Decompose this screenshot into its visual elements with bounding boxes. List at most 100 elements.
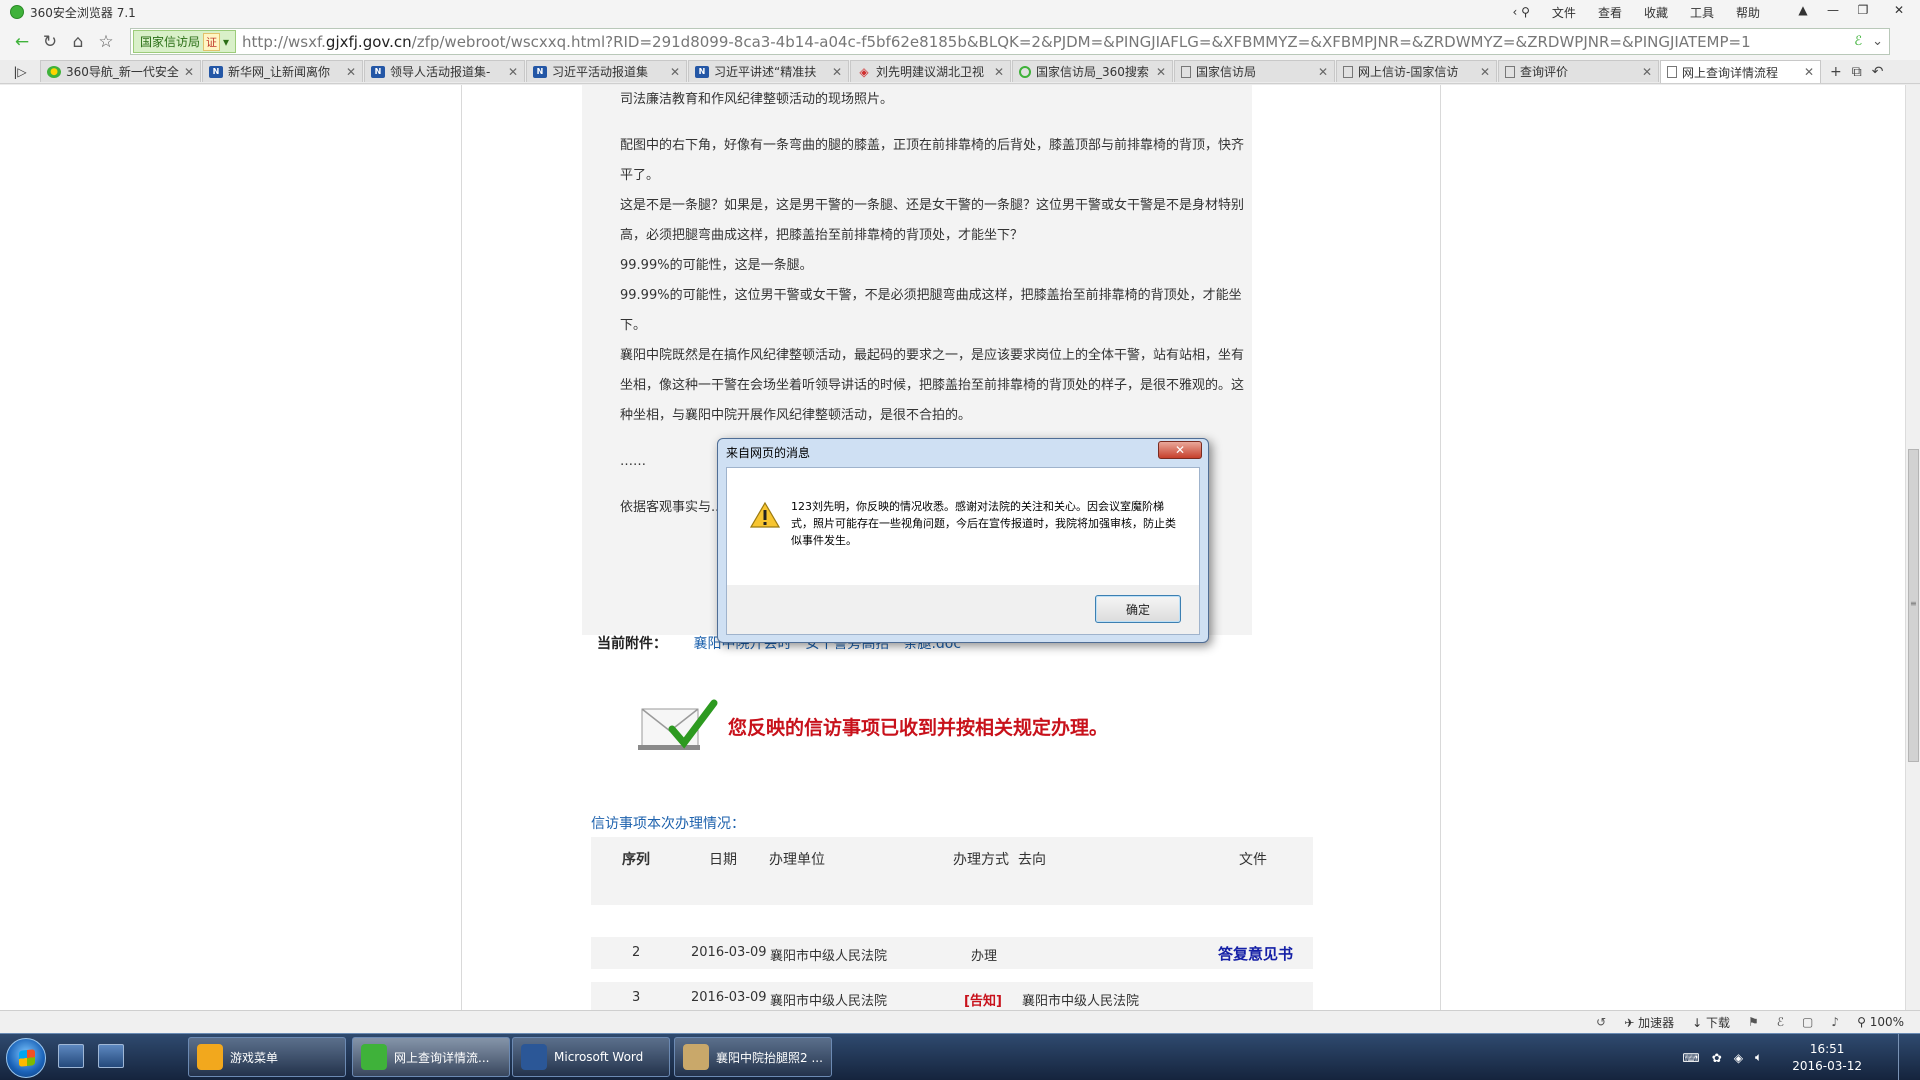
- browser-tab[interactable]: 国家信访局_360搜索 ✕: [1012, 60, 1173, 82]
- undo-close-icon[interactable]: ↶: [1872, 64, 1884, 80]
- article-paragraph: 襄阳中院既然是在搞作风纪律整顿活动，最起码的要求之一，是应该要求岗位上的全体干警…: [620, 348, 1245, 423]
- row-unit: 襄阳市中级人民法院: [770, 949, 888, 964]
- taskbar-button[interactable]: 游戏菜单: [188, 1037, 346, 1077]
- taskbar-button[interactable]: 襄阳中院抬腿照2 ...: [674, 1037, 832, 1077]
- user-icon[interactable]: ‹ ⚲: [1513, 5, 1530, 19]
- article-paragraph: 这是不是一条腿？如果是，这是男干警的一条腿、还是女干警的一条腿？这位男干警或女干…: [620, 198, 1245, 243]
- address-bar[interactable]: 国家信访局 证 ▾ http://wsxf.gjxfj.gov.cn/zfp/w…: [130, 28, 1890, 55]
- url-text[interactable]: http://wsxf.gjxfj.gov.cn/zfp/webroot/wsc…: [242, 33, 1751, 51]
- row-unit: 襄阳市中级人民法院: [770, 994, 888, 1009]
- restore-tabs-icon[interactable]: ⧉: [1852, 64, 1862, 80]
- taskbar-button[interactable]: 网上查询详情流...: [352, 1037, 510, 1077]
- tab-label: 网上查询详情流程: [1682, 65, 1779, 80]
- tab-favicon-icon: N: [695, 65, 709, 78]
- browser-tab[interactable]: 查询评价 ✕: [1498, 60, 1659, 82]
- home-icon[interactable]: ⌂: [64, 28, 92, 56]
- article-paragraph: 99.99%的可能性，这位男干警或女干警，不是必须把腿弯曲成这样，把膝盖抬至前排…: [620, 288, 1242, 333]
- zoom-control[interactable]: ⚲ 100%: [1857, 1015, 1904, 1029]
- tab-close-icon[interactable]: ✕: [346, 65, 356, 79]
- show-desktop-button[interactable]: [1898, 1034, 1910, 1080]
- tab-close-icon[interactable]: ✕: [1804, 65, 1814, 79]
- flag-icon[interactable]: ⚑: [1748, 1015, 1759, 1029]
- header-unit: 办理单位: [769, 852, 825, 868]
- browser-tab[interactable]: N 领导人活动报道集- ✕: [364, 60, 525, 82]
- tab-close-icon[interactable]: ✕: [670, 65, 680, 79]
- favorite-star-icon[interactable]: ☆: [92, 28, 120, 56]
- tab-close-icon[interactable]: ✕: [1156, 65, 1166, 79]
- tab-favicon-icon: [1343, 65, 1353, 78]
- ok-button[interactable]: 确定: [1095, 595, 1181, 623]
- tab-close-icon[interactable]: ✕: [184, 65, 194, 79]
- address-dropdown-icon[interactable]: ⌄: [1872, 34, 1883, 49]
- header-date: 日期: [709, 852, 737, 868]
- network-icon[interactable]: ◈: [1734, 1051, 1743, 1065]
- tab-close-icon[interactable]: ✕: [832, 65, 842, 79]
- window-icon[interactable]: ▢: [1802, 1015, 1813, 1029]
- tab-label: 新华网_让新闻离你: [228, 65, 331, 79]
- compat-mode-icon[interactable]: ℰ: [1854, 34, 1862, 49]
- skin-icon[interactable]: ▲: [1788, 0, 1818, 20]
- tab-close-icon[interactable]: ✕: [1642, 65, 1652, 79]
- browser-tab[interactable]: N 习近平活动报道集 ✕: [526, 60, 687, 82]
- browser-tab[interactable]: N 习近平讲述“精准扶 ✕: [688, 60, 849, 82]
- row-seq: 2: [632, 945, 641, 960]
- close-window-icon[interactable]: ✕: [1878, 0, 1920, 20]
- security-tray-icon[interactable]: ✿: [1712, 1051, 1722, 1065]
- browser-tab[interactable]: 网上查询详情流程 ✕: [1660, 60, 1821, 83]
- received-message: 您反映的信访事项已收到并按相关规定办理。: [728, 716, 1109, 739]
- speaker-icon[interactable]: 🔈︎: [1755, 1050, 1762, 1065]
- menu-tools[interactable]: 工具: [1690, 4, 1714, 21]
- clock-time: 16:51: [1809, 1041, 1845, 1056]
- browser-tab[interactable]: 国家信访局 ✕: [1174, 60, 1335, 82]
- tab-close-icon[interactable]: ✕: [508, 65, 518, 79]
- volume-icon[interactable]: ♪: [1831, 1015, 1839, 1029]
- mail-check-icon: [634, 695, 722, 757]
- reply-document-link[interactable]: 答复意见书: [1218, 943, 1293, 964]
- article-paragraph: 司法廉洁教育和作风纪律整顿活动的现场照片。: [620, 92, 894, 107]
- tab-label: 国家信访局: [1196, 65, 1257, 79]
- row-date: 2016-03-09: [691, 990, 767, 1005]
- tab-label: 查询评价: [1520, 65, 1569, 79]
- maximize-icon[interactable]: ❐: [1848, 0, 1878, 20]
- history-icon[interactable]: ↺: [1596, 1015, 1606, 1029]
- system-clock[interactable]: 16:51 2016-03-12: [1792, 1041, 1862, 1075]
- vertical-scrollbar[interactable]: ≡: [1905, 85, 1920, 1010]
- minimize-icon[interactable]: —: [1818, 0, 1848, 20]
- clock-date: 2016-03-12: [1792, 1058, 1862, 1073]
- dialog-close-icon[interactable]: ✕: [1158, 441, 1202, 459]
- back-arrow-icon[interactable]: ←: [8, 28, 36, 56]
- tab-favicon-icon: ●: [47, 65, 61, 78]
- row-method: 办理: [971, 949, 998, 964]
- taskbar-button[interactable]: Microsoft Word: [512, 1037, 670, 1077]
- dialog-footer: 确定: [726, 585, 1200, 635]
- menu-help[interactable]: 帮助: [1736, 4, 1760, 21]
- browser-tab[interactable]: N 新华网_让新闻离你 ✕: [202, 60, 363, 82]
- taskbar-button-label: Microsoft Word: [554, 1050, 644, 1064]
- browser-tab[interactable]: ◈ 刘先明建议湖北卫视 ✕: [850, 60, 1011, 82]
- site-certificate-badge[interactable]: 国家信访局 证 ▾: [133, 30, 237, 53]
- browser-logo-icon: [10, 5, 24, 19]
- switch-windows-quick-icon[interactable]: [98, 1044, 124, 1068]
- keyboard-icon[interactable]: ⌨: [1682, 1051, 1699, 1065]
- row-dest: 襄阳市中级人民法院: [1022, 994, 1140, 1009]
- new-tab-icon[interactable]: +: [1830, 64, 1842, 80]
- menu-file[interactable]: 文件: [1552, 4, 1576, 21]
- windows-logo-icon: [19, 1049, 35, 1067]
- tab-close-icon[interactable]: ✕: [1318, 65, 1328, 79]
- refresh-icon[interactable]: ↻: [36, 28, 64, 56]
- browser-tab[interactable]: ● 360导航_新一代安全 ✕: [40, 60, 201, 82]
- menu-favorites[interactable]: 收藏: [1644, 4, 1668, 21]
- tab-close-icon[interactable]: ✕: [1480, 65, 1490, 79]
- accelerator-button[interactable]: ✈ 加速器: [1624, 1014, 1674, 1031]
- taskbar-button-label: 网上查询详情流...: [394, 1050, 490, 1065]
- menu-view[interactable]: 查看: [1598, 4, 1622, 21]
- start-button[interactable]: [6, 1038, 46, 1078]
- tab-close-icon[interactable]: ✕: [994, 65, 1004, 79]
- sidebar-toggle-icon[interactable]: |▷: [0, 61, 40, 83]
- show-desktop-quick-icon[interactable]: [58, 1044, 84, 1068]
- download-button[interactable]: ↓ 下载: [1692, 1014, 1730, 1031]
- table-row: 3 2016-03-09 襄阳市中级人民法院 [告知] 襄阳市中级人民法院: [591, 982, 1313, 1010]
- browser-tab[interactable]: 网上信访-国家信访 ✕: [1336, 60, 1497, 82]
- compat-icon[interactable]: ℰ: [1777, 1015, 1784, 1029]
- taskbar-app-icon: [683, 1044, 709, 1070]
